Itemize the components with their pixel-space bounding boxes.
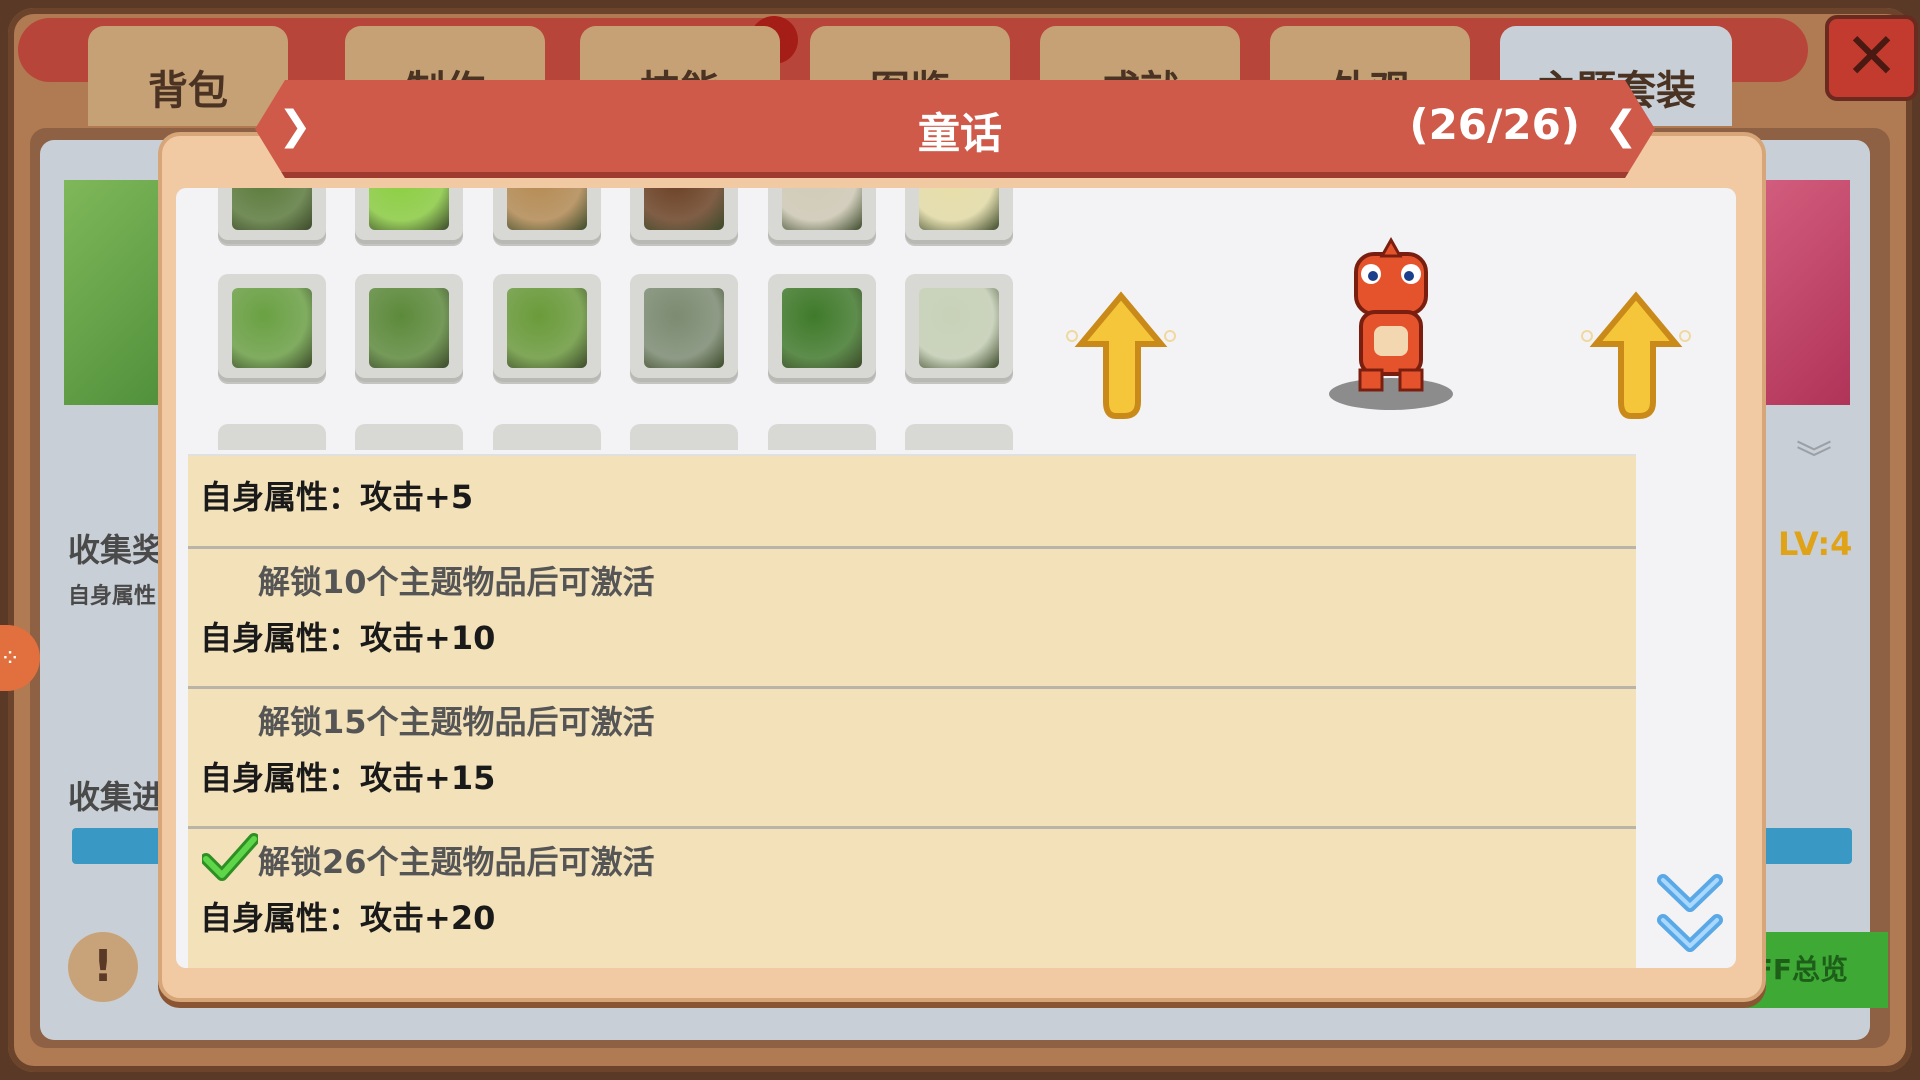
- tab-backpack[interactable]: 背包: [88, 26, 288, 126]
- item-slot[interactable]: [768, 424, 876, 450]
- upgrade-arrow-right-icon: [1581, 291, 1691, 419]
- help-button[interactable]: !: [68, 932, 138, 1002]
- self-attr-label: 自身属性: [68, 584, 157, 609]
- popup-content: 自身属性：攻击+5 解锁10个主题物品后可激活 自身属性：攻击+10 解锁15个…: [176, 188, 1736, 968]
- divider: [188, 546, 1636, 549]
- grass-bush-item-icon: [369, 188, 449, 230]
- bonus-condition: 解锁15个主题物品后可激活: [258, 703, 655, 741]
- grass-bush-item[interactable]: [355, 188, 463, 244]
- tree-trunk-item-icon: [644, 188, 724, 230]
- bonus-attribute: 自身属性：攻击+20: [200, 899, 496, 937]
- next-set-arrow-icon[interactable]: ❮: [1598, 104, 1644, 150]
- chevron-down-icon: ︾: [1796, 439, 1833, 480]
- leafy-arch-item[interactable]: [355, 274, 463, 382]
- popup-title: 童话: [917, 109, 1002, 158]
- stall-item[interactable]: [905, 188, 1013, 244]
- collect-progress-label: 收集进: [68, 778, 165, 816]
- dino-character-icon: [1329, 236, 1453, 410]
- leafy-bench-item[interactable]: [218, 274, 326, 382]
- bonus-attribute: 自身属性：攻击+10: [200, 619, 496, 657]
- hedge-item[interactable]: [768, 274, 876, 382]
- cabinet-item[interactable]: [493, 188, 601, 244]
- close-button[interactable]: ✕: [1825, 15, 1918, 101]
- flower-planter-item[interactable]: [493, 274, 601, 382]
- collect-reward-label: 收集奖: [68, 531, 165, 569]
- level-label: LV:4: [1778, 525, 1853, 563]
- stone-tile-item[interactable]: [768, 188, 876, 244]
- leafy-arch-item-icon: [369, 288, 449, 368]
- flower-bed-item[interactable]: [218, 188, 326, 244]
- item-slot[interactable]: [218, 424, 326, 450]
- set-bonus-list[interactable]: 自身属性：攻击+5 解锁10个主题物品后可激活 自身属性：攻击+10 解锁15个…: [188, 454, 1636, 968]
- item-grid: [218, 188, 1038, 450]
- upgrade-arrow-left-icon: [1066, 291, 1176, 419]
- flower-bed-item-icon: [232, 188, 312, 230]
- mossy-rock-item-icon: [644, 288, 724, 368]
- bonus-attribute: 自身属性：攻击+5: [200, 478, 474, 516]
- scroll-down-icon[interactable]: [1655, 870, 1725, 960]
- item-slot[interactable]: [630, 424, 738, 450]
- item-slot[interactable]: [905, 424, 1013, 450]
- divider: [188, 826, 1636, 829]
- bonus-condition: 解锁26个主题物品后可激活: [258, 843, 655, 881]
- bonus-condition: 解锁10个主题物品后可激活: [258, 563, 655, 601]
- leafy-bench-item-icon: [232, 288, 312, 368]
- popup-count: (26/26): [1409, 100, 1580, 149]
- tree-trunk-item[interactable]: [630, 188, 738, 244]
- prev-set-arrow-icon[interactable]: ❯: [272, 104, 318, 150]
- item-slot[interactable]: [355, 424, 463, 450]
- bonus-attribute: 自身属性：攻击+15: [200, 759, 496, 797]
- mossy-rock-item[interactable]: [630, 274, 738, 382]
- hedge-item-icon: [782, 288, 862, 368]
- stone-floor-item[interactable]: [905, 274, 1013, 382]
- stall-item-icon: [919, 188, 999, 230]
- checkmark-icon: [202, 833, 258, 881]
- stone-tile-item-icon: [782, 188, 862, 230]
- stone-floor-item-icon: [919, 288, 999, 368]
- divider: [188, 686, 1636, 689]
- flower-planter-item-icon: [507, 288, 587, 368]
- cabinet-item-icon: [507, 188, 587, 230]
- item-slot[interactable]: [493, 424, 601, 450]
